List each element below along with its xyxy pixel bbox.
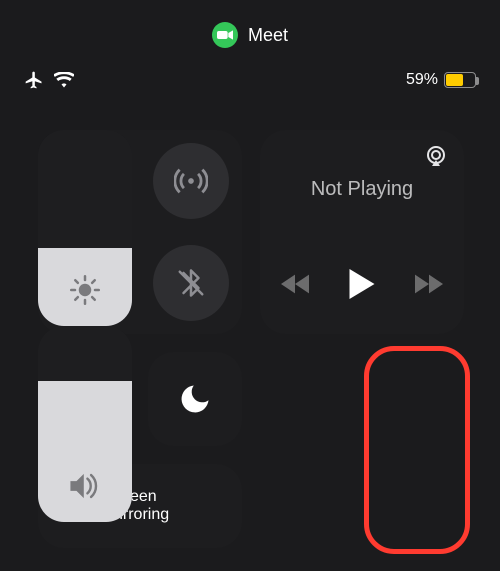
next-track-button[interactable]: [415, 274, 443, 299]
status-bar-left: [24, 70, 74, 90]
active-app-name: Meet: [248, 25, 288, 46]
media-controls: [260, 269, 464, 304]
previous-track-button[interactable]: [281, 274, 309, 299]
volume-highlight-annotation: [364, 346, 470, 554]
battery-icon: [444, 72, 476, 88]
volume-icon: [68, 471, 102, 506]
media-tile[interactable]: Not Playing: [260, 130, 464, 334]
media-title: Not Playing: [260, 178, 464, 201]
status-bar: 59%: [0, 70, 500, 90]
active-app-indicator[interactable]: Meet: [212, 22, 288, 48]
cellular-data-toggle[interactable]: [153, 143, 229, 219]
bluetooth-toggle[interactable]: [153, 245, 229, 321]
camera-in-use-icon: [212, 22, 238, 48]
do-not-disturb-toggle[interactable]: [148, 352, 242, 446]
brightness-icon: [70, 275, 100, 310]
status-bar-right: 59%: [406, 71, 476, 89]
airplane-mode-status-icon: [24, 70, 44, 90]
wifi-status-icon: [54, 72, 74, 88]
brightness-slider[interactable]: [38, 130, 132, 326]
volume-slider[interactable]: [38, 326, 132, 522]
play-button[interactable]: [349, 269, 375, 304]
control-center-grid: Not Playing ScreenMirroring: [38, 130, 462, 553]
airplay-icon[interactable]: [424, 144, 448, 173]
battery-percent-label: 59%: [406, 71, 438, 89]
